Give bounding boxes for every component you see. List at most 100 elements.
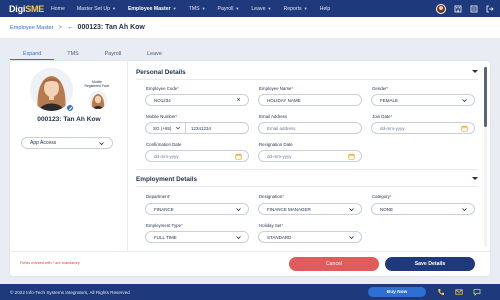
confirmation-date-input[interactable]: dd-mm-yyyy [145,150,249,162]
employee-code-input[interactable]: NO1234 × [145,94,249,106]
profile-name: 000123: Tan Ah Kow [37,116,101,123]
chevron-down-icon: ▼ [267,6,272,11]
chevron-down-icon [348,234,355,241]
app-access-dropdown[interactable]: App Access [21,137,113,149]
resignation-date-input[interactable]: dd-mm-yyyy [258,150,362,162]
chevron-down-icon [98,140,105,149]
country-code-value: SG (+65) [153,125,172,131]
app-logo[interactable]: DigiSME [9,4,45,14]
collapse-icon[interactable] [472,70,478,73]
phone-icon[interactable] [436,287,446,297]
mobile-number-value: 12341234 [191,125,212,131]
mobile-number-input[interactable]: SG (+65) 12341234 [145,122,249,134]
confirmation-date-placeholder: dd-mm-yyyy [154,153,179,159]
employee-name-input[interactable]: HOLIDAY NAME [258,94,362,106]
mobile-number-label: Mobile Number* [146,114,178,119]
join-date-input[interactable]: dd-mm-yyyy [371,122,475,134]
designation-label: Designation* [259,194,284,199]
email-placeholder: Email address [267,125,296,131]
nav-item-label: Leave [251,5,266,12]
holiday-set-label: Holiday Set* [259,223,284,228]
email-address-label: Email Address [259,114,288,119]
back-arrow-icon[interactable]: ← [67,24,74,31]
tab-leave[interactable]: Leave [134,48,175,60]
nav-item-label: Home [51,5,65,12]
collapse-icon[interactable] [472,177,478,180]
chevron-down-icon [175,125,181,132]
scrollbar[interactable] [484,65,487,247]
category-value: NONE [380,206,394,212]
department-label: Department* [146,194,171,199]
nav-item-label: Master Set Up [76,5,110,12]
gender-label: Gender* [372,86,389,91]
nav-item-label: TMS [188,5,200,12]
chevron-down-icon: ▼ [235,6,240,11]
calendar-icon[interactable] [235,153,242,160]
chevron-down-icon: ▼ [201,6,206,11]
calendar-icon[interactable] [348,153,355,160]
employment-details-header[interactable]: Employment Details [136,173,478,185]
nav-item-leave[interactable]: Leave ▼ [245,0,277,17]
employment-type-value: FULL TIME [154,234,177,240]
building-icon[interactable] [454,5,462,13]
department-select[interactable]: FINANCE [145,203,249,215]
personal-details-header[interactable]: Personal Details [136,66,478,78]
gender-select[interactable]: FEMALE [371,94,475,106]
tab-expand[interactable]: Expand [10,48,55,60]
designation-select[interactable]: FINANCE MANAGER [258,203,362,215]
employee-name-label: Employee Name* [259,86,294,91]
country-code-select[interactable]: SG (+65) [146,123,186,133]
calendar-icon[interactable] [461,125,468,132]
nav-item-label: Help [319,5,331,12]
resignation-date-placeholder: dd-mm-yyyy [267,153,292,159]
user-avatar[interactable] [436,3,446,14]
buy-now-button[interactable]: Buy Now [368,287,426,297]
nav-item-reports[interactable]: Reports ▼ [277,0,313,17]
email-icon[interactable] [454,287,464,297]
chevron-down-icon [461,97,468,104]
holiday-set-select[interactable]: STANDARD [258,231,362,243]
list-icon[interactable] [470,5,478,13]
email-address-input[interactable]: Email address [258,122,362,134]
divider [136,79,478,80]
tab-bar: Expand TMS Payroll Leave [10,48,175,60]
nav-item-help[interactable]: Help [314,0,337,17]
chevron-down-icon: ▼ [112,6,116,11]
cancel-button[interactable]: Cancel [289,257,379,271]
nav-item-tms[interactable]: TMS ▼ [183,0,212,17]
chevron-down-icon [235,234,242,241]
mandatory-note: Fields marked with * are mandatory [20,261,80,265]
gender-value: FEMALE [380,97,399,103]
department-value: FINANCE [154,206,174,212]
form-footer: Fields marked with * are mandatory Cance… [10,251,490,276]
tab-tms[interactable]: TMS [54,48,91,60]
logo-suffix: SME [25,3,45,14]
employment-type-label: Employment Type* [146,223,183,228]
nav-item-master-set-up[interactable]: Master Set Up ▼ [71,0,122,17]
designation-value: FINANCE MANAGER [267,206,311,212]
save-details-button[interactable]: Save Details [385,257,475,271]
chevron-down-icon: ▼ [303,6,308,11]
tab-payroll[interactable]: Payroll [92,48,134,60]
resignation-date-label: Resignation Date [259,142,293,147]
top-navigation-bar: DigiSME Home Master Set Up ▼ Employee Mas… [0,0,500,17]
copyright-text: © 2022 Info-Tech Systems Integrators, Al… [10,289,130,295]
chat-icon[interactable] [472,287,482,297]
employee-name-value: HOLIDAY NAME [267,97,301,103]
edit-photo-icon[interactable] [66,104,74,112]
breadcrumb-employee-master-link[interactable]: Employee Master [10,25,54,31]
employee-form: Personal Details Employee Code* NO1234 ×… [128,61,486,251]
category-select[interactable]: NONE [371,203,475,215]
clear-icon[interactable]: × [235,97,242,104]
breadcrumb: Employee Master > ← 000123: Tan Ah Kow [0,17,500,39]
join-date-label: Join Date* [372,114,393,119]
nav-item-label: Reports [283,5,302,12]
nav-item-payroll[interactable]: Payroll ▼ [212,0,246,17]
employment-type-select[interactable]: FULL TIME [145,231,249,243]
nav-item-employee-master[interactable]: Employee Master ▼ [122,0,183,17]
chevron-down-icon: ▼ [172,6,177,11]
nav-item-home[interactable]: Home [45,0,71,17]
scrollbar-thumb[interactable] [484,67,487,127]
section-title: Personal Details [136,68,186,76]
logout-icon[interactable] [486,5,494,13]
